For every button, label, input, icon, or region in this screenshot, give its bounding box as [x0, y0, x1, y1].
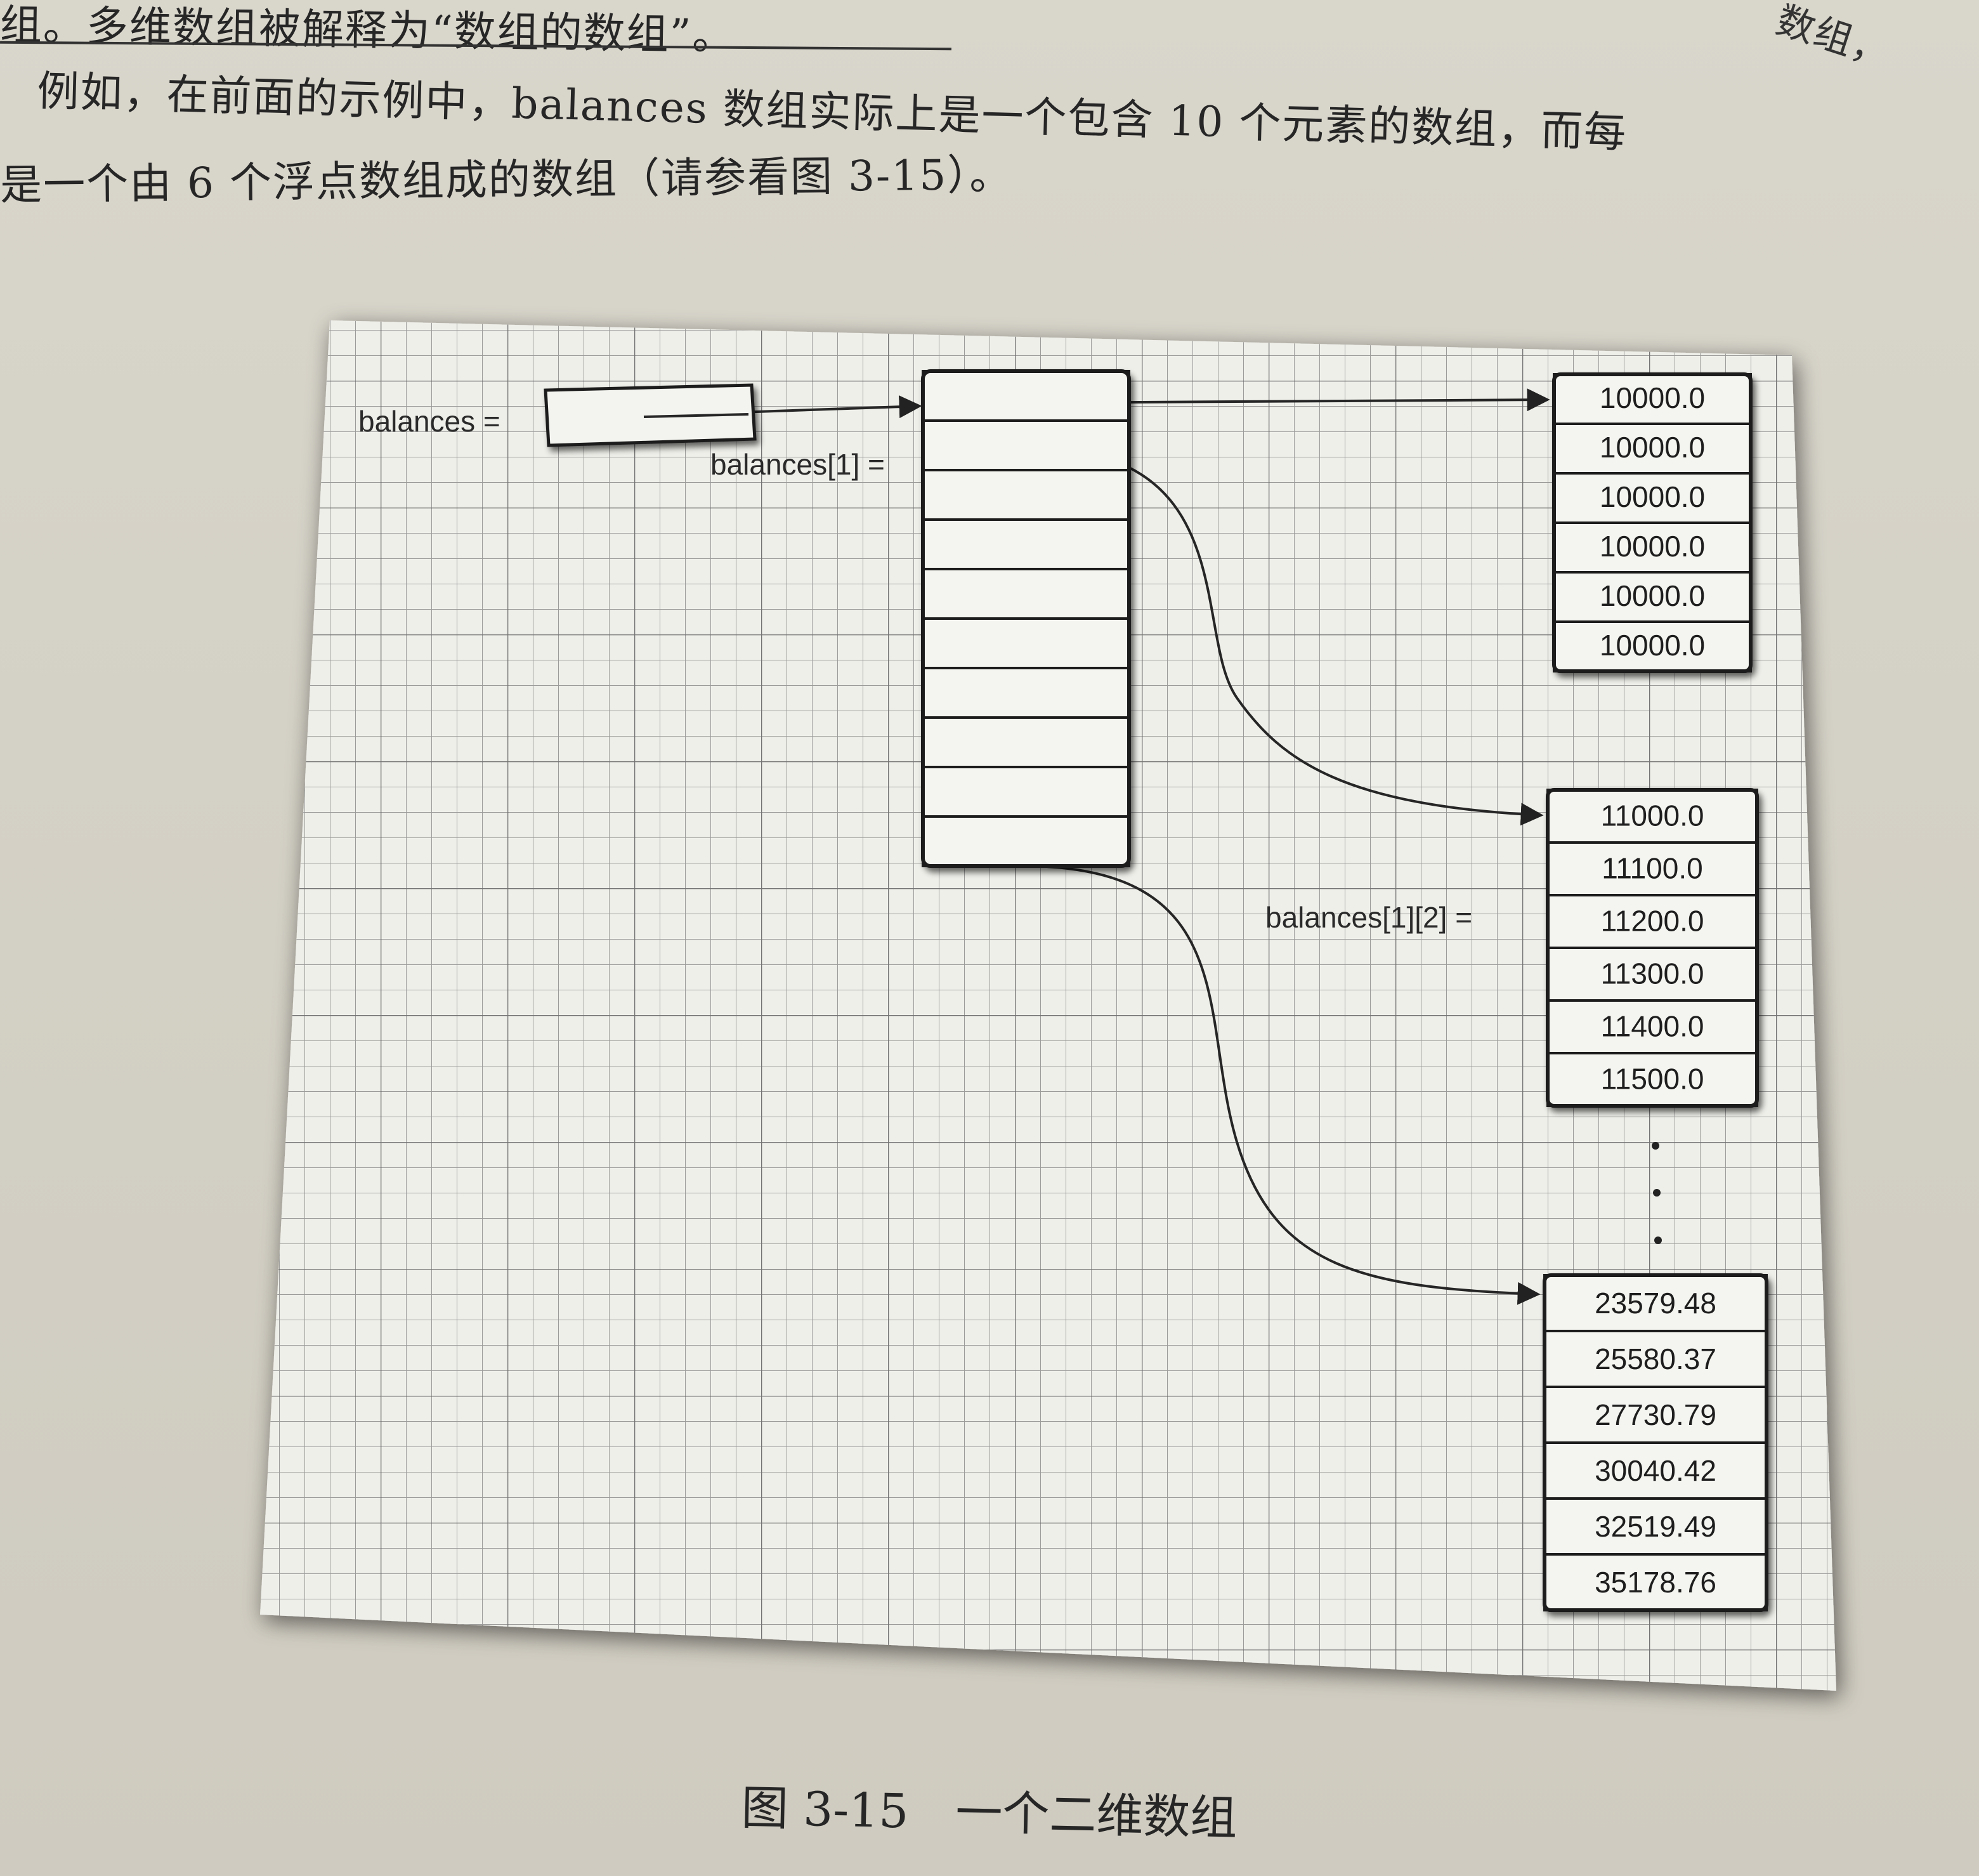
outer-array	[921, 369, 1131, 868]
book-page: 组。多维数组被解释为“数组的数组”。 例如，在前面的示例中，balances 数…	[0, 0, 1979, 1876]
row-array-value: 32519.49	[1595, 1510, 1716, 1543]
row-array-value: 25580.37	[1595, 1342, 1716, 1375]
row-array-value: 23579.48	[1595, 1287, 1716, 1320]
row-array-value: 10000.0	[1600, 431, 1705, 464]
row-array-value: 11300.0	[1601, 957, 1704, 990]
balances-1-label: balances[1] =	[710, 448, 885, 481]
row-array-row-1: 11000.0 11100.0 11200.0 11300.0 11400.0 11500…	[1546, 788, 1759, 1108]
row-array-value: 11100.0	[1602, 851, 1702, 884]
row-array-value: 11000.0	[1601, 799, 1704, 832]
row-array-value: 10000.0	[1600, 629, 1705, 662]
row-array-row-9: 23579.48 25580.37 27730.79 30040.42 32519.49…	[1543, 1273, 1768, 1612]
row-array-value: 30040.42	[1595, 1454, 1716, 1487]
row-array-value: 10000.0	[1600, 480, 1705, 513]
two-dimensional-array-figure: balances = balances[1] = 10000.010000.01…	[260, 320, 1836, 1691]
balances-1-2-label: balances[1][2] =	[1265, 901, 1472, 934]
row-array-value: 27730.79	[1595, 1398, 1716, 1431]
row-array-value: 11500.0	[1601, 1062, 1704, 1095]
figure-caption: 图 3-15 一个二维数组	[740, 1780, 1238, 1846]
row-array-value: 35178.76	[1595, 1566, 1716, 1599]
balances-label: balances =	[358, 405, 500, 438]
row-array-value: 10000.0	[1600, 579, 1705, 612]
row-array-value: 10000.0	[1600, 530, 1705, 563]
row-array-value: 11400.0	[1601, 1009, 1704, 1042]
row-arrays: 10000.0 10000.0 10000.0 10000.0 10000.0 10000…	[1543, 372, 1768, 1612]
row-array-value: 10000.0	[1600, 381, 1705, 414]
row-array-row-0: 10000.0 10000.0 10000.0 10000.0 10000.0 10000…	[1552, 372, 1753, 673]
row-array-value: 11200.0	[1601, 904, 1704, 937]
